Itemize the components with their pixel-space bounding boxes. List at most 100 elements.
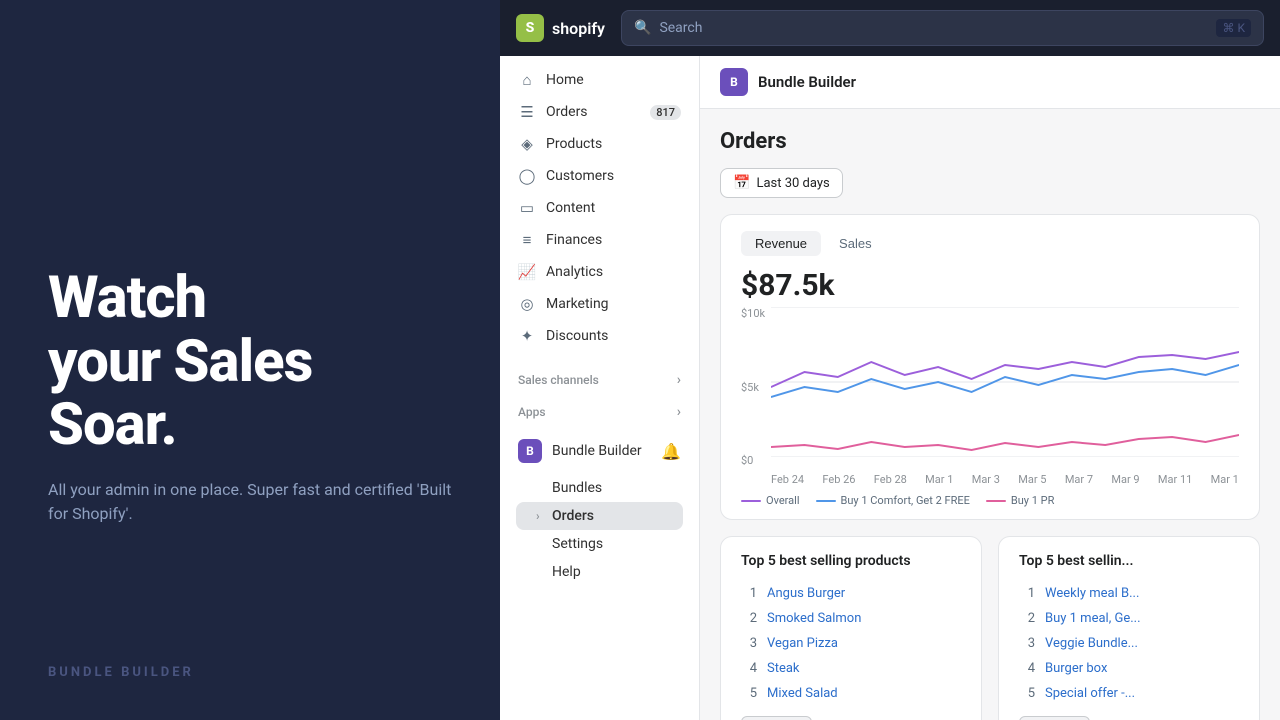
app-area: B Bundle Builder Orders 📅 Last 30 days R… — [700, 56, 1280, 720]
promo-headline: Watch your Sales Soar. All your admin in… — [48, 267, 452, 526]
promo-headline-text: Watch your Sales Soar. — [48, 267, 452, 458]
chart-x-labels: Feb 24 Feb 26 Feb 28 Mar 1 Mar 3 Mar 5 M… — [771, 473, 1239, 486]
list-item: 3 Veggie Bundle... — [1019, 631, 1239, 656]
list-item: 2 Buy 1 meal, Ge... — [1019, 606, 1239, 631]
sales-channels-label: Sales channels — [518, 373, 599, 387]
legend-dot-buy1comfort — [816, 500, 836, 502]
bundle-link-buy1meal[interactable]: Buy 1 meal, Ge... — [1045, 611, 1141, 626]
shopify-logo-icon: S — [516, 14, 544, 42]
sidebar-item-home[interactable]: ⌂ Home — [508, 64, 691, 96]
legend-buy1pr: Buy 1 PR — [986, 494, 1054, 507]
date-filter-label: Last 30 days — [756, 176, 829, 191]
sidebar-item-marketing[interactable]: ◎ Marketing — [508, 288, 691, 320]
search-icon: 🔍 — [634, 20, 651, 36]
search-bar[interactable]: 🔍 Search ⌘ K — [621, 10, 1264, 46]
sidebar-item-label: Marketing — [546, 296, 609, 312]
sidebar-item-label: Products — [546, 136, 602, 152]
bundle-builder-subnav: Bundles › Orders Settings Help — [508, 470, 691, 590]
promo-panel: Watch your Sales Soar. All your admin in… — [0, 0, 500, 720]
list-item: 4 Burger box — [1019, 656, 1239, 681]
sidebar-nav: ⌂ Home ☰ Orders 817 ◈ Products ◯ Custome… — [500, 56, 699, 360]
bundle-builder-icon: B — [518, 439, 542, 463]
bundle-link-veggie[interactable]: Veggie Bundle... — [1045, 636, 1138, 651]
date-filter[interactable]: 📅 Last 30 days — [720, 168, 843, 198]
sales-channels-section[interactable]: Sales channels › — [500, 360, 699, 392]
admin-panel: S shopify 🔍 Search ⌘ K ⌂ Home ☰ Orders 8… — [500, 0, 1280, 720]
subnav-orders[interactable]: › Orders — [516, 502, 683, 530]
subnav-bundles[interactable]: Bundles — [516, 474, 683, 502]
top5-bundles-card: Top 5 best sellin... 1 Weekly meal B... … — [998, 536, 1260, 720]
legend-overall: Overall — [741, 494, 800, 507]
settings-label: Settings — [552, 536, 603, 552]
bundle-link-special-offer[interactable]: Special offer -... — [1045, 686, 1135, 701]
main-content: ⌂ Home ☰ Orders 817 ◈ Products ◯ Custome… — [500, 56, 1280, 720]
sidebar-item-content[interactable]: ▭ Content — [508, 192, 691, 224]
promo-brand: BUNDLE BUILDER — [48, 665, 452, 680]
sidebar-item-label: Finances — [546, 232, 602, 248]
sidebar-item-customers[interactable]: ◯ Customers — [508, 160, 691, 192]
product-link-vegan-pizza[interactable]: Vegan Pizza — [767, 636, 838, 651]
bell-icon: 🔔 — [661, 442, 681, 461]
tab-revenue[interactable]: Revenue — [741, 231, 821, 256]
chevron-right-icon: › — [677, 404, 681, 420]
sidebar-item-label: Content — [546, 200, 595, 216]
sidebar-item-label: Discounts — [546, 328, 608, 344]
legend-buy1comfort: Buy 1 Comfort, Get 2 FREE — [816, 494, 970, 507]
apps-section[interactable]: Apps › — [500, 392, 699, 424]
list-item: 5 Special offer -... — [1019, 681, 1239, 706]
subnav-help[interactable]: Help — [516, 558, 683, 586]
home-icon: ⌂ — [518, 71, 536, 89]
marketing-icon: ◎ — [518, 295, 536, 313]
chart-legend: Overall Buy 1 Comfort, Get 2 FREE Buy 1 … — [741, 494, 1239, 507]
chevron-right-icon: › — [677, 372, 681, 388]
orders-icon: ☰ — [518, 103, 536, 121]
subnav-settings[interactable]: Settings — [516, 530, 683, 558]
list-item: 5 Mixed Salad — [741, 681, 961, 706]
product-link-mixed-salad[interactable]: Mixed Salad — [767, 686, 838, 701]
sidebar-item-orders[interactable]: ☰ Orders 817 — [508, 96, 691, 128]
chart-y-labels: $10k $5k $0 — [741, 307, 765, 467]
bundle-builder-label: Bundle Builder — [552, 443, 642, 459]
orders-section: Orders 📅 Last 30 days Revenue Sales $87.… — [700, 109, 1280, 720]
app-header-title: Bundle Builder — [758, 73, 856, 91]
product-link-steak[interactable]: Steak — [767, 661, 800, 676]
legend-dot-overall — [741, 500, 761, 502]
promo-description: All your admin in one place. Super fast … — [48, 478, 452, 526]
orders-badge: 817 — [650, 105, 681, 120]
sidebar-item-label: Home — [546, 72, 584, 88]
chart-tabs: Revenue Sales — [741, 231, 1239, 256]
shopify-logo-text: shopify — [552, 19, 605, 38]
list-item: 1 Weekly meal B... — [1019, 581, 1239, 606]
search-shortcut: ⌘ K — [1216, 19, 1251, 37]
calendar-icon: 📅 — [733, 175, 750, 191]
sidebar-item-products[interactable]: ◈ Products — [508, 128, 691, 160]
bundle-link-weekly-meal[interactable]: Weekly meal B... — [1045, 586, 1139, 601]
view-all-bundles-button[interactable]: View all — [1019, 716, 1090, 720]
view-all-products-button[interactable]: View all — [741, 716, 812, 720]
app-header-icon: B — [720, 68, 748, 96]
orders-title: Orders — [720, 129, 1260, 154]
sidebar-item-discounts[interactable]: ✦ Discounts — [508, 320, 691, 352]
product-link-smoked-salmon[interactable]: Smoked Salmon — [767, 611, 861, 626]
customers-icon: ◯ — [518, 167, 536, 185]
top5-products-list: 1 Angus Burger 2 Smoked Salmon 3 Vegan P… — [741, 581, 961, 706]
tab-sales[interactable]: Sales — [825, 231, 886, 256]
bundles-label: Bundles — [552, 480, 602, 496]
analytics-icon: 📈 — [518, 263, 536, 281]
list-item: 1 Angus Burger — [741, 581, 961, 606]
bundle-builder-nav-item[interactable]: B Bundle Builder 🔔 — [508, 432, 691, 470]
sidebar-item-label: Analytics — [546, 264, 603, 280]
sidebar-item-finances[interactable]: ≡ Finances — [508, 224, 691, 256]
chart-area: $10k $5k $0 — [741, 307, 1239, 467]
discounts-icon: ✦ — [518, 327, 536, 345]
bundle-link-burger-box[interactable]: Burger box — [1045, 661, 1107, 676]
chart-card: Revenue Sales $87.5k $10k $5k $0 — [720, 214, 1260, 520]
top5-products-title: Top 5 best selling products — [741, 553, 961, 569]
bundle-builder-section: B Bundle Builder 🔔 Bundles › Orders Sett… — [500, 424, 699, 598]
apps-label: Apps — [518, 405, 546, 419]
legend-dot-buy1pr — [986, 500, 1006, 502]
orders-label: Orders — [552, 508, 594, 524]
topbar: S shopify 🔍 Search ⌘ K — [500, 0, 1280, 56]
product-link-angus-burger[interactable]: Angus Burger — [767, 586, 845, 601]
sidebar-item-analytics[interactable]: 📈 Analytics — [508, 256, 691, 288]
